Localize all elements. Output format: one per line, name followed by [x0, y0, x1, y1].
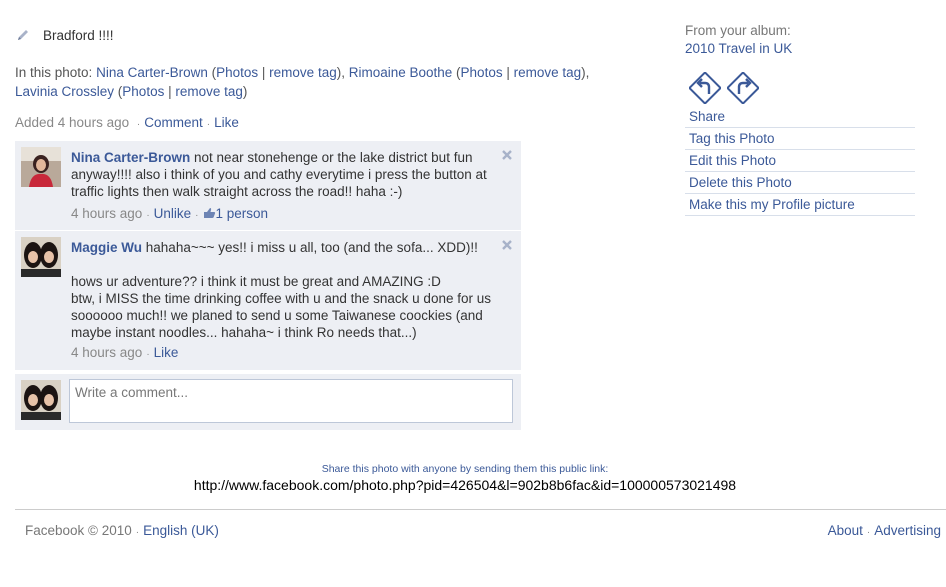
caption-text: Bradford !!!!	[43, 27, 114, 43]
commenter-name[interactable]: Nina Carter-Brown	[71, 150, 190, 165]
copyright: Facebook © 2010	[25, 523, 132, 538]
comments-list: Nina Carter-Brown not near stonehenge or…	[15, 141, 521, 430]
separator-dot: ·	[195, 210, 199, 221]
album-link[interactable]: 2010 Travel in UK	[685, 41, 915, 56]
comment-time: 4 hours ago	[71, 345, 143, 360]
commenter-name[interactable]: Maggie Wu	[71, 240, 142, 255]
tag-photo-link[interactable]: Tag this Photo	[685, 128, 915, 150]
separator-dot: ·	[135, 527, 140, 538]
footer-left: Facebook © 2010 · English (UK)	[25, 523, 219, 538]
edit-photo-link[interactable]: Edit this Photo	[685, 150, 915, 172]
rotate-controls	[689, 72, 915, 104]
comment-input[interactable]: Write a comment...	[69, 379, 513, 423]
tagged-person-link[interactable]: Lavinia Crossley	[15, 84, 114, 99]
share-url[interactable]: http://www.facebook.com/photo.php?pid=42…	[0, 477, 930, 493]
comment-text-rest: hows ur adventure?? i think it must be g…	[71, 274, 491, 340]
separator-dot: ·	[146, 210, 150, 221]
comment-body: Nina Carter-Brown not near stonehenge or…	[71, 149, 493, 200]
remove-tag-link[interactable]: remove tag	[269, 65, 337, 80]
close-icon[interactable]	[501, 149, 513, 161]
thumbs-up-icon	[203, 208, 215, 218]
delete-photo-link[interactable]: Delete this Photo	[685, 172, 915, 194]
language-link[interactable]: English (UK)	[143, 523, 219, 538]
pencil-icon[interactable]	[15, 27, 31, 43]
comment-item: Nina Carter-Brown not near stonehenge or…	[15, 141, 521, 231]
added-line: Added 4 hours ago · Comment · Like	[15, 115, 239, 130]
rotate-right-icon[interactable]	[727, 72, 759, 104]
photo-caption: Bradford !!!!	[15, 27, 114, 43]
footer-right: About · Advertising	[828, 523, 941, 538]
separator-dot: ·	[206, 119, 211, 130]
comment-text-first: hahaha~~~ yes!! i miss u all, too (and t…	[145, 240, 478, 255]
separator-dot: ·	[146, 349, 150, 360]
photo-actions: Share Tag this Photo Edit this Photo Del…	[685, 106, 915, 216]
comment-meta: 4 hours ago · Like	[71, 345, 493, 360]
remove-tag-link[interactable]: remove tag	[175, 84, 243, 99]
tagged-person-link[interactable]: Rimoaine Boothe	[349, 65, 453, 80]
like-link[interactable]: Like	[214, 115, 239, 130]
comment-body: Maggie Wu hahaha~~~ yes!! i miss u all, …	[71, 239, 493, 341]
like-link[interactable]: Like	[154, 345, 179, 360]
person-photos-link[interactable]: Photos	[122, 84, 164, 99]
advertising-link[interactable]: Advertising	[874, 523, 941, 538]
comment-item: Maggie Wu hahaha~~~ yes!! i miss u all, …	[15, 231, 521, 371]
separator-dot: ·	[136, 119, 141, 130]
about-link[interactable]: About	[828, 523, 863, 538]
right-sidebar: From your album: 2010 Travel in UK Share…	[685, 23, 915, 216]
added-time: Added 4 hours ago	[15, 115, 130, 130]
make-profile-picture-link[interactable]: Make this my Profile picture	[685, 194, 915, 216]
close-icon[interactable]	[501, 239, 513, 251]
tagged-person-link[interactable]: Nina Carter-Brown	[96, 65, 208, 80]
in-photo-label: In this photo:	[15, 65, 93, 80]
avatar[interactable]	[21, 147, 61, 187]
comment-meta: 4 hours ago · Unlike · 1 person	[71, 206, 493, 221]
avatar[interactable]	[21, 237, 61, 277]
avatar	[21, 380, 61, 420]
person-photos-link[interactable]: Photos	[461, 65, 503, 80]
in-this-photo: In this photo: Nina Carter-Brown (Photos…	[15, 65, 590, 99]
footer-divider	[15, 509, 946, 510]
rotate-left-icon[interactable]	[689, 72, 721, 104]
person-photos-link[interactable]: Photos	[216, 65, 258, 80]
comment-link[interactable]: Comment	[144, 115, 203, 130]
comment-time: 4 hours ago	[71, 206, 143, 221]
new-comment-box: Write a comment...	[15, 374, 521, 430]
share-note: Share this photo with anyone by sending …	[321, 463, 609, 475]
unlike-link[interactable]: Unlike	[154, 206, 192, 221]
separator-dot: ·	[866, 527, 871, 538]
share-link[interactable]: Share	[685, 106, 915, 128]
remove-tag-link[interactable]: remove tag	[514, 65, 582, 80]
album-label: From your album:	[685, 23, 791, 38]
likes-count-link[interactable]: 1 person	[216, 206, 269, 221]
